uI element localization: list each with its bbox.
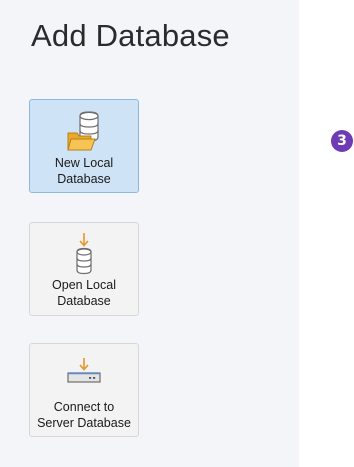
tile-label-line: Database xyxy=(57,294,111,308)
tile-label-line: New Local xyxy=(54,156,114,170)
step-number-badge: 3 xyxy=(331,130,353,152)
new-local-database-icon xyxy=(64,110,104,154)
tile-label-line: Connect to xyxy=(53,400,115,414)
open-local-database-button[interactable]: Open Local Database xyxy=(29,222,139,316)
connect-server-database-button[interactable]: Connect to Server Database xyxy=(29,343,139,437)
open-local-database-icon xyxy=(74,232,94,276)
page-title: Add Database xyxy=(31,18,230,53)
add-database-panel: Add Database New Local Database Open Loc… xyxy=(0,0,299,467)
connect-server-database-icon xyxy=(66,357,102,385)
new-local-database-button[interactable]: New Local Database xyxy=(29,99,139,193)
connect-server-database-label: Connect to Server Database xyxy=(30,399,138,431)
tile-label-line: Database xyxy=(57,172,111,186)
open-local-database-label: Open Local Database xyxy=(30,277,138,309)
tile-label-line: Open Local xyxy=(52,278,116,292)
new-local-database-label: New Local Database xyxy=(30,155,138,187)
tile-label-line: Server Database xyxy=(37,416,131,430)
